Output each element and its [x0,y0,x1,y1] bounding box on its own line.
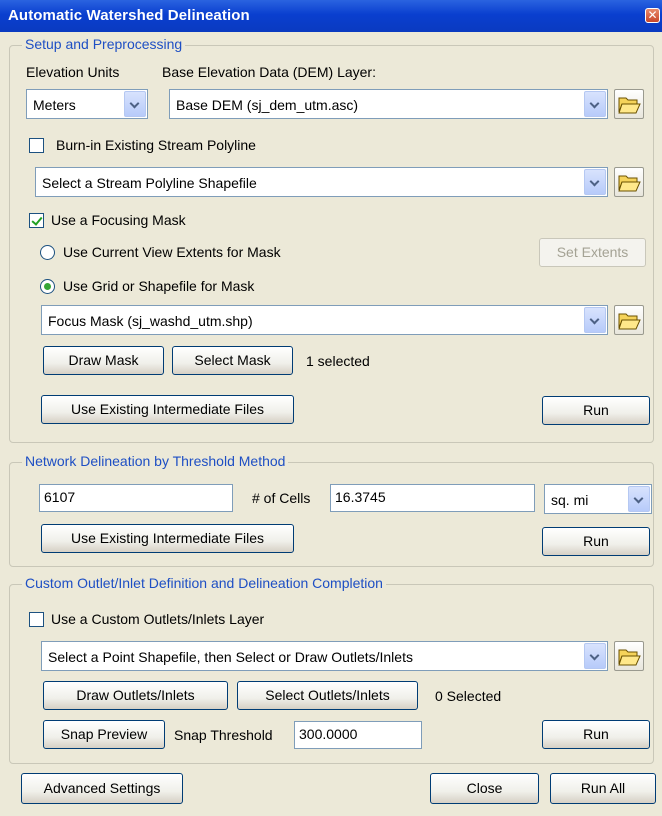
point-browse-button[interactable] [614,641,644,671]
elevation-units-label: Elevation Units [26,64,120,80]
area-threshold-value: 6107 [44,489,76,505]
snap-threshold-value: 300.0000 [299,726,358,742]
chevron-down-icon[interactable] [584,169,606,195]
mask-value: Focus Mask (sj_washd_utm.shp) [48,313,253,329]
network-run-button[interactable]: Run [542,527,650,556]
network-legend: Network Delineation by Threshold Method [22,453,289,469]
open-folder-icon [618,97,641,114]
elevation-units-value: Meters [33,97,76,113]
open-folder-icon [618,313,641,330]
dem-label: Base Elevation Data (DEM) Layer: [162,64,376,80]
cells-input[interactable]: 16.3745 [330,484,535,512]
custom-layer-checkbox[interactable] [29,612,44,627]
outlets-selected-count: 0 Selected [435,688,502,704]
setup-legend: Setup and Preprocessing [22,36,186,52]
setup-use-existing-button[interactable]: Use Existing Intermediate Files [41,395,294,424]
draw-mask-button[interactable]: Draw Mask [43,346,164,375]
title-bar: Automatic Watershed Delineation ✕ [0,0,662,32]
view-extents-label: Use Current View Extents for Mask [63,244,281,260]
chevron-down-icon[interactable] [584,307,606,333]
elevation-units-select[interactable]: Meters [26,89,148,119]
dem-browse-button[interactable] [614,89,644,119]
open-folder-icon [618,175,641,192]
snap-threshold-label: Snap Threshold [174,727,273,743]
point-shapefile-value: Select a Point Shapefile, then Select or… [48,649,413,665]
mask-selected-count: 1 selected [306,353,370,369]
outlet-legend: Custom Outlet/Inlet Definition and Delin… [22,575,386,591]
point-shapefile-select[interactable]: Select a Point Shapefile, then Select or… [41,641,608,671]
outlet-run-button[interactable]: Run [542,720,650,749]
select-mask-button[interactable]: Select Mask [172,346,293,375]
chevron-down-icon[interactable] [584,643,606,669]
focus-mask-label: Use a Focusing Mask [51,212,186,228]
close-button[interactable]: Close [430,773,539,804]
cells-label: # of Cells [252,490,311,506]
advanced-settings-button[interactable]: Advanced Settings [21,773,183,804]
window-title: Automatic Watershed Delineation [8,7,250,24]
snap-preview-button[interactable]: Snap Preview [43,720,165,749]
grid-mask-radio[interactable] [40,279,55,294]
cells-value: 16.3745 [335,489,386,505]
area-units-select[interactable]: sq. mi [544,484,652,514]
burnin-checkbox[interactable] [29,138,44,153]
grid-mask-label: Use Grid or Shapefile for Mask [63,278,255,294]
stream-value: Select a Stream Polyline Shapefile [42,175,257,191]
snap-threshold-input[interactable]: 300.0000 [294,721,422,749]
area-threshold-input[interactable]: 6107 [39,484,233,512]
open-folder-icon [618,649,641,666]
focus-mask-checkbox[interactable] [29,213,44,228]
setup-run-button[interactable]: Run [542,396,650,425]
custom-layer-label: Use a Custom Outlets/Inlets Layer [51,611,265,627]
watershed-dialog: Automatic Watershed Delineation ✕ Setup … [0,0,662,816]
burnin-label: Burn-in Existing Stream Polyline [56,137,256,153]
dem-layer-select[interactable]: Base DEM (sj_dem_utm.asc) [169,89,608,119]
chevron-down-icon[interactable] [124,91,146,117]
select-outlets-button[interactable]: Select Outlets/Inlets [237,681,418,710]
stream-select[interactable]: Select a Stream Polyline Shapefile [35,167,608,197]
chevron-down-icon[interactable] [584,91,606,117]
dem-layer-value: Base DEM (sj_dem_utm.asc) [176,97,359,113]
network-use-existing-button[interactable]: Use Existing Intermediate Files [41,524,294,553]
chevron-down-icon[interactable] [628,486,650,512]
set-extents-button[interactable]: Set Extents [539,238,646,267]
mask-select[interactable]: Focus Mask (sj_washd_utm.shp) [41,305,608,335]
draw-outlets-button[interactable]: Draw Outlets/Inlets [43,681,228,710]
stream-browse-button[interactable] [614,167,644,197]
run-all-button[interactable]: Run All [550,773,656,804]
close-icon[interactable]: ✕ [645,8,660,23]
area-units-value: sq. mi [551,492,589,508]
view-extents-radio[interactable] [40,245,55,260]
mask-browse-button[interactable] [614,305,644,335]
